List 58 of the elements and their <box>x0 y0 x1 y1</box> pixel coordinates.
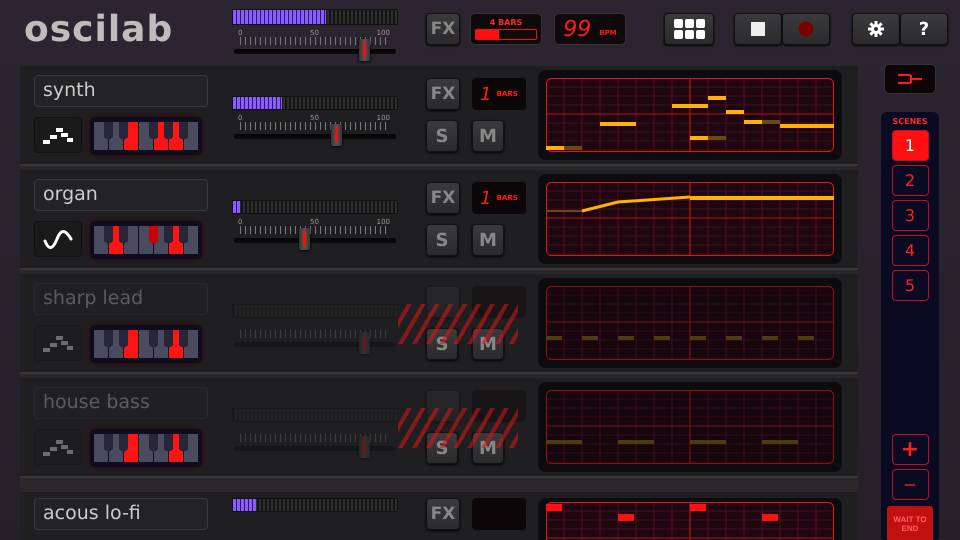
scene-button[interactable]: 2 <box>892 165 928 196</box>
arpeggio-icon <box>43 125 73 145</box>
sound-button[interactable] <box>34 117 82 153</box>
slider-thumb[interactable] <box>358 332 370 354</box>
sound-button[interactable] <box>34 221 82 257</box>
scene-button[interactable]: 1 <box>892 130 928 161</box>
track-name-field[interactable]: synth <box>34 75 208 107</box>
arpeggio-icon <box>43 333 73 353</box>
track-name-field[interactable]: acous lo-fi <box>34 498 208 530</box>
mute-button[interactable]: M <box>472 224 504 256</box>
keyboard-button[interactable] <box>90 325 202 363</box>
mute-button[interactable]: M <box>472 432 504 464</box>
scenes-title: SCENES <box>892 117 928 126</box>
stop-button[interactable] <box>734 13 782 45</box>
stop-icon <box>751 22 765 36</box>
mute-button[interactable]: M <box>472 120 504 152</box>
keyboard-button[interactable] <box>90 221 202 259</box>
loop-length-label: 4 BARS <box>490 18 522 27</box>
fx-button[interactable]: FX <box>426 78 460 110</box>
fx-button[interactable]: FX <box>426 13 460 45</box>
fx-button[interactable]: FX <box>426 182 460 214</box>
scene-button[interactable]: 5 <box>892 270 928 301</box>
scene-button[interactable]: 3 <box>892 200 928 231</box>
mute-button[interactable]: M <box>472 328 504 360</box>
solo-button[interactable]: S <box>426 224 458 256</box>
help-button[interactable]: ? <box>900 13 948 45</box>
add-scene-button[interactable]: + <box>892 434 928 465</box>
slider-thumb[interactable] <box>331 124 342 146</box>
grid-button[interactable] <box>664 13 714 45</box>
keyboard-button[interactable] <box>90 429 202 467</box>
slider-track[interactable] <box>234 228 396 248</box>
sine-wave-icon <box>43 229 73 249</box>
record-icon <box>798 21 814 37</box>
fork-icon <box>897 73 923 85</box>
fx-button[interactable]: FX <box>426 498 460 530</box>
track-name-field[interactable]: organ <box>34 179 208 211</box>
bars-value: 1 <box>480 188 492 208</box>
remove-scene-button[interactable]: − <box>892 469 928 500</box>
wait-to-end-button[interactable]: WAIT TO END <box>887 506 933 540</box>
keyboard-button[interactable] <box>90 117 202 155</box>
slider-thumb[interactable] <box>358 436 370 458</box>
slider-thumb[interactable] <box>358 38 370 61</box>
routing-button[interactable] <box>884 64 936 94</box>
pattern-display[interactable] <box>546 78 834 152</box>
slider-thumb[interactable] <box>298 228 310 250</box>
slider-track[interactable] <box>234 124 396 144</box>
settings-icon <box>868 21 884 37</box>
arpeggio-icon <box>43 437 73 457</box>
app-logo: oscilab <box>24 8 174 50</box>
scene-button[interactable]: 4 <box>892 235 928 266</box>
loop-length-display[interactable]: 4 BARS <box>470 13 542 45</box>
grid-icon <box>674 19 704 39</box>
pattern-display[interactable] <box>546 182 834 256</box>
settings-button[interactable] <box>852 13 900 45</box>
bars-value: 1 <box>480 84 492 104</box>
solo-button[interactable]: S <box>426 120 458 152</box>
tempo-value: 99 <box>563 16 592 42</box>
slider-track[interactable] <box>234 38 396 60</box>
